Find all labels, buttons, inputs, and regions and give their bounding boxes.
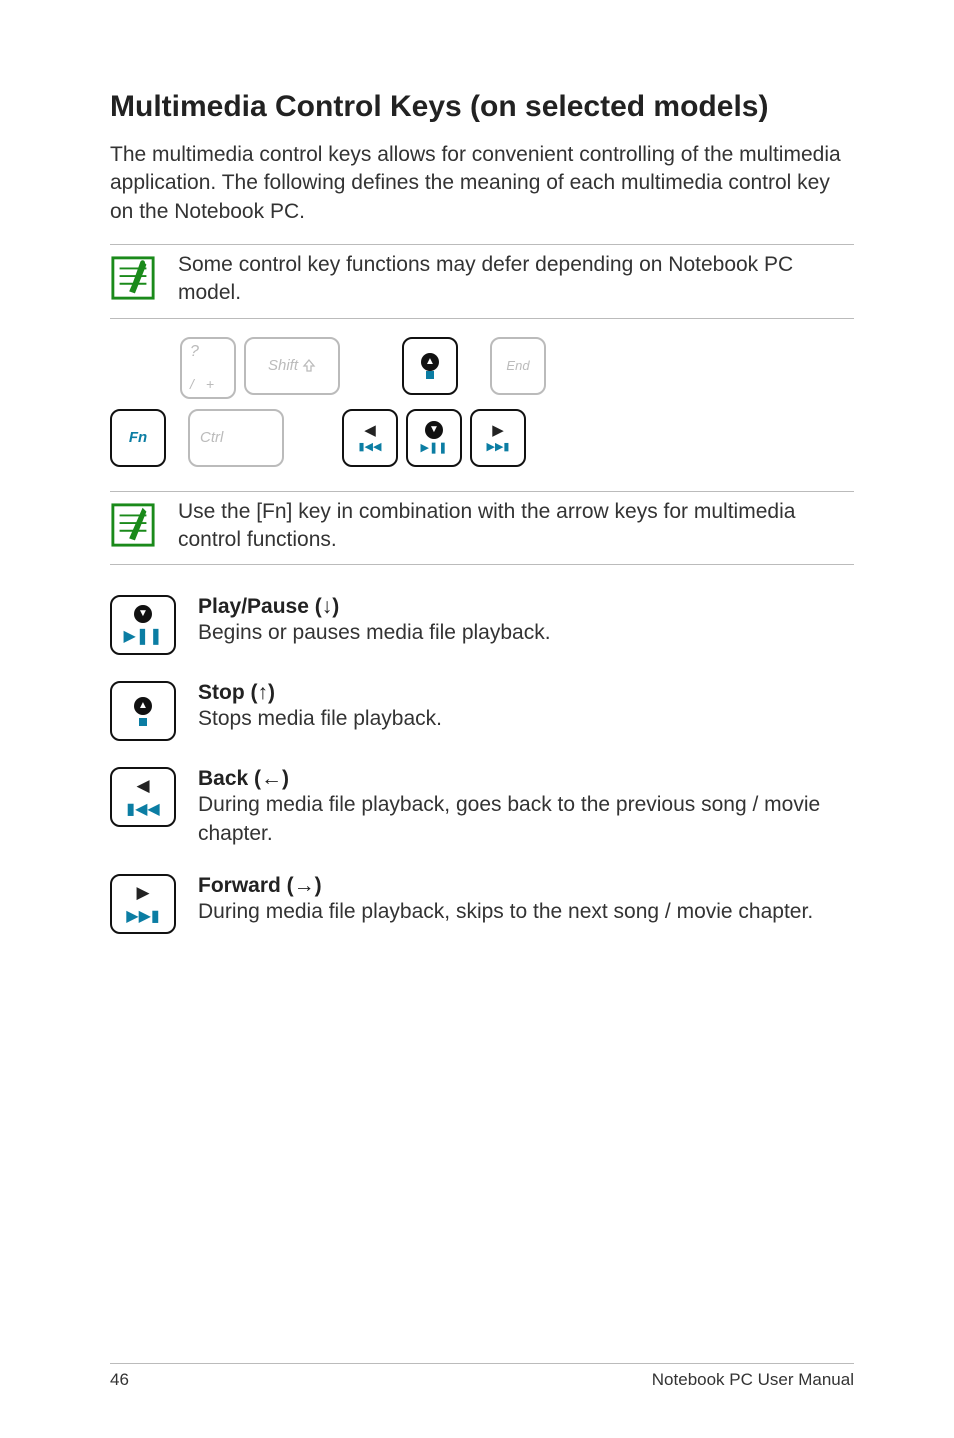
note-icon — [110, 502, 156, 548]
function-title: Stop (↑) — [198, 681, 854, 705]
key-arrow-right-forward: ▶ ▶▶▮ — [470, 409, 526, 467]
divider — [110, 564, 854, 565]
stop-square-icon — [139, 718, 147, 726]
key-end: End — [490, 337, 546, 395]
function-title: Back (←) — [198, 767, 854, 791]
shift-up-icon — [302, 359, 316, 373]
key-icon-stop: ▲ — [110, 681, 176, 741]
section-title: Multimedia Control Keys (on selected mod… — [110, 90, 854, 123]
key-arrow-down-playpause: ▼ ▶❚❚ — [406, 409, 462, 467]
doc-title-footer: Notebook PC User Manual — [652, 1370, 854, 1390]
function-item-play-pause: ▼ ▶❚❚ Play/Pause (↓) Begins or pauses me… — [110, 595, 854, 655]
key-arrow-left-back: ◀ ▮◀◀ — [342, 409, 398, 467]
left-triangle-icon: ◀ — [364, 423, 376, 438]
left-triangle-icon: ◀ — [136, 776, 149, 796]
function-desc: Stops media file playback. — [198, 705, 854, 733]
stop-square-icon — [426, 371, 434, 379]
function-item-forward: ▶ ▶▶▮ Forward (→) During media file play… — [110, 874, 854, 934]
note-icon — [110, 255, 156, 301]
key-arrow-up-stop: ▲ — [402, 337, 458, 395]
up-circle-icon: ▲ — [421, 353, 439, 371]
function-desc: During media file playback, goes back to… — [198, 791, 854, 848]
key-ctrl: Ctrl — [188, 409, 284, 467]
label-end: End — [506, 358, 529, 373]
prev-track-icon: ▮◀◀ — [126, 799, 159, 819]
footer-divider — [110, 1363, 854, 1364]
page-footer: 46 Notebook PC User Manual — [110, 1363, 854, 1390]
next-track-icon: ▶▶▮ — [487, 440, 510, 453]
page-number: 46 — [110, 1370, 129, 1390]
glyph-slash: / — [190, 377, 194, 392]
key-fn: Fn — [110, 409, 166, 467]
next-track-icon: ▶▶▮ — [126, 906, 159, 926]
keyboard-diagram: ? / + Shift ▲ End Fn Ctrl ◀ ▮◀◀ ▼ ▶❚❚ ▶ ▶… — [110, 337, 854, 467]
key-icon-back: ◀ ▮◀◀ — [110, 767, 176, 827]
label-ctrl: Ctrl — [200, 429, 223, 446]
glyph-plus: + — [206, 377, 214, 392]
play-pause-glyph-icon: ▶❚❚ — [123, 626, 162, 646]
label-fn: Fn — [129, 429, 147, 446]
note-block-2: Use the [Fn] key in combination with the… — [110, 491, 854, 566]
label-shift: Shift — [268, 357, 298, 374]
divider — [110, 318, 854, 319]
function-title: Play/Pause (↓) — [198, 595, 854, 619]
key-shift: Shift — [244, 337, 340, 395]
play-pause-glyph-icon: ▶❚❚ — [421, 441, 448, 454]
function-item-back: ◀ ▮◀◀ Back (←) During media file playbac… — [110, 767, 854, 848]
function-item-stop: ▲ Stop (↑) Stops media file playback. — [110, 681, 854, 741]
right-triangle-icon: ▶ — [136, 883, 149, 903]
note-block-1: Some control key functions may defer dep… — [110, 244, 854, 319]
down-circle-icon: ▼ — [425, 421, 443, 439]
prev-track-icon: ▮◀◀ — [359, 440, 382, 453]
key-icon-forward: ▶ ▶▶▮ — [110, 874, 176, 934]
function-list: ▼ ▶❚❚ Play/Pause (↓) Begins or pauses me… — [110, 595, 854, 934]
function-desc: Begins or pauses media file playback. — [198, 619, 854, 647]
key-icon-play-pause: ▼ ▶❚❚ — [110, 595, 176, 655]
intro-paragraph: The multimedia control keys allows for c… — [110, 141, 854, 226]
up-circle-icon: ▲ — [134, 697, 152, 715]
function-title: Forward (→) — [198, 874, 854, 898]
right-triangle-icon: ▶ — [492, 423, 504, 438]
key-question-slash: ? / + — [180, 337, 236, 399]
down-circle-icon: ▼ — [134, 605, 152, 623]
function-desc: During media file playback, skips to the… — [198, 898, 854, 926]
note-text-1: Some control key functions may defer dep… — [178, 251, 854, 308]
glyph-question: ? — [190, 343, 199, 361]
note-text-2: Use the [Fn] key in combination with the… — [178, 498, 854, 555]
